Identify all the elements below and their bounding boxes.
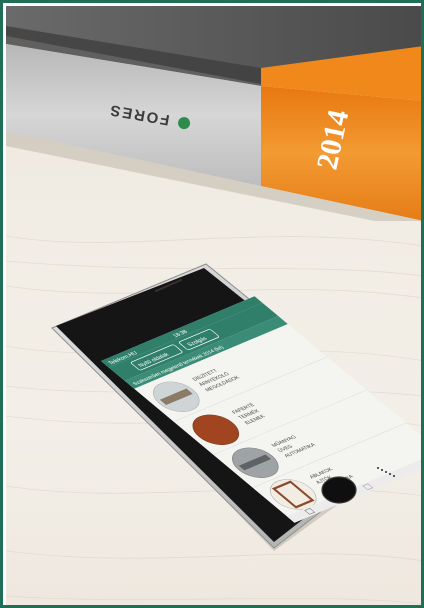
photo-frame: FORES 2014 Telekom.HU 18:38 Nyitó oldala…: [0, 0, 424, 608]
home-button[interactable]: [321, 476, 357, 504]
smartphone: Telekom.HU 18:38 Nyitó oldalak Szolgás S…: [51, 263, 421, 551]
photo-scene: FORES 2014 Telekom.HU 18:38 Nyitó oldala…: [6, 6, 421, 605]
